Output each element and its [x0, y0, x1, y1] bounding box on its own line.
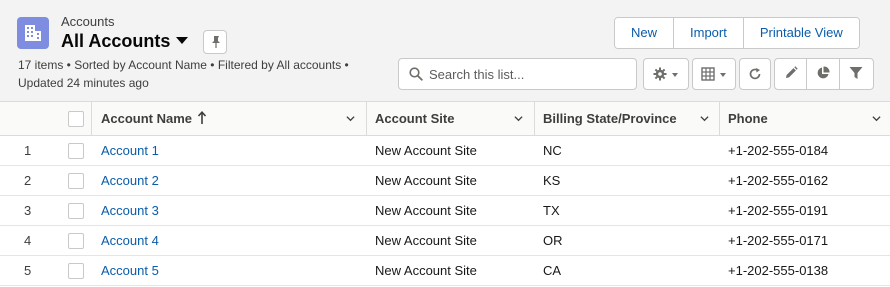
- account-site-cell: New Account Site: [375, 203, 477, 218]
- filters-button[interactable]: [840, 59, 873, 89]
- phone-cell: +1-202-555-0138: [728, 263, 829, 278]
- charts-button[interactable]: [807, 59, 840, 89]
- billing-state-cell: CA: [543, 263, 562, 278]
- table-row: 4 Account 4 New Account Site OR +1-202-5…: [0, 226, 890, 256]
- table-header: Account Name Account Site Billing State/…: [0, 102, 890, 136]
- list-view-switcher-chevron-icon[interactable]: [176, 37, 188, 44]
- billing-state-cell: NC: [543, 143, 562, 158]
- row-number: 2: [24, 173, 32, 188]
- action-button-group: New Import Printable View: [614, 17, 860, 49]
- column-actions-chevron-icon[interactable]: [346, 114, 355, 123]
- row-select-checkbox[interactable]: [68, 233, 84, 249]
- column-header-account-site[interactable]: Account Site: [375, 102, 454, 135]
- row-select-checkbox[interactable]: [68, 203, 84, 219]
- import-button[interactable]: Import: [674, 18, 744, 48]
- chevron-down-icon: [720, 73, 726, 77]
- edit-list-button[interactable]: [775, 59, 808, 89]
- row-select-checkbox[interactable]: [68, 263, 84, 279]
- table-row: 1 Account 1 New Account Site NC +1-202-5…: [0, 136, 890, 166]
- new-button[interactable]: New: [615, 18, 675, 48]
- column-divider: [91, 102, 92, 135]
- gear-icon: [653, 67, 667, 81]
- pencil-icon: [786, 66, 798, 78]
- row-select-checkbox[interactable]: [68, 143, 84, 159]
- table-row: 3 Account 3 New Account Site TX +1-202-5…: [0, 196, 890, 226]
- chevron-down-icon: [672, 73, 678, 77]
- column-actions-chevron-icon[interactable]: [872, 114, 881, 123]
- table-row: 2 Account 2 New Account Site KS +1-202-5…: [0, 166, 890, 196]
- list-view-meta: 17 items • Sorted by Account Name • Filt…: [18, 56, 378, 92]
- row-number: 1: [24, 143, 32, 158]
- search-icon: [409, 67, 423, 81]
- phone-cell: +1-202-555-0162: [728, 173, 829, 188]
- column-header-billing-state[interactable]: Billing State/Province: [543, 102, 677, 135]
- account-site-cell: New Account Site: [375, 143, 477, 158]
- list-meta-summary: 17 items • Sorted by Account Name • Filt…: [18, 58, 349, 72]
- account-name-link[interactable]: Account 4: [101, 226, 159, 256]
- phone-cell: +1-202-555-0171: [728, 233, 829, 248]
- account-name-link[interactable]: Account 5: [101, 256, 159, 286]
- account-site-cell: New Account Site: [375, 233, 477, 248]
- table-icon: [701, 67, 715, 81]
- billing-state-cell: KS: [543, 173, 561, 188]
- column-header-phone[interactable]: Phone: [728, 102, 768, 135]
- filter-icon: [849, 67, 863, 79]
- column-header-account-name[interactable]: Account Name: [101, 102, 192, 135]
- row-number: 4: [24, 233, 32, 248]
- select-all-checkbox[interactable]: [68, 111, 84, 127]
- column-actions-chevron-icon[interactable]: [514, 114, 523, 123]
- display-as-button[interactable]: [692, 58, 736, 90]
- billing-state-cell: OR: [543, 233, 563, 248]
- list-meta-updated: Updated 24 minutes ago: [18, 76, 149, 90]
- list-actions-bar: [774, 58, 874, 90]
- pin-icon: [212, 36, 220, 48]
- column-divider: [366, 102, 367, 135]
- row-number: 3: [24, 203, 32, 218]
- account-site-cell: New Account Site: [375, 263, 477, 278]
- row-select-checkbox[interactable]: [68, 173, 84, 189]
- phone-cell: +1-202-555-0191: [728, 203, 829, 218]
- sort-ascending-icon: [197, 111, 207, 124]
- list-view-header: Accounts All Accounts 17 items • Sorted …: [0, 0, 890, 102]
- accounts-building-icon: [17, 17, 49, 49]
- object-label: Accounts: [61, 14, 115, 29]
- printable-view-button[interactable]: Printable View: [743, 18, 859, 48]
- phone-cell: +1-202-555-0184: [728, 143, 829, 158]
- search-input[interactable]: [429, 60, 629, 88]
- account-site-cell: New Account Site: [375, 173, 477, 188]
- refresh-icon: [749, 68, 761, 80]
- list-search-box: [398, 58, 637, 90]
- refresh-button[interactable]: [739, 58, 771, 90]
- row-number: 5: [24, 263, 32, 278]
- billing-state-cell: TX: [543, 203, 560, 218]
- column-divider: [719, 102, 720, 135]
- column-actions-chevron-icon[interactable]: [700, 114, 709, 123]
- account-name-link[interactable]: Account 2: [101, 166, 159, 196]
- account-name-link[interactable]: Account 3: [101, 196, 159, 226]
- column-divider: [534, 102, 535, 135]
- pie-chart-icon: [817, 66, 830, 79]
- list-view-title[interactable]: All Accounts: [61, 31, 170, 52]
- pin-list-button[interactable]: [203, 30, 227, 54]
- table-row: 5 Account 5 New Account Site CA +1-202-5…: [0, 256, 890, 286]
- list-view-controls-button[interactable]: [643, 58, 689, 90]
- account-name-link[interactable]: Account 1: [101, 136, 159, 166]
